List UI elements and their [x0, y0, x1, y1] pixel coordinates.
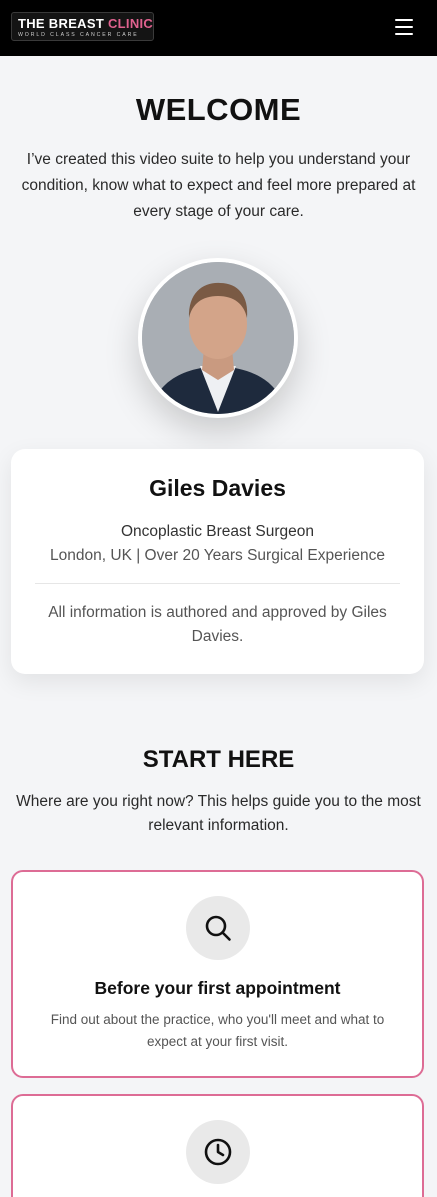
clock-icon: [204, 1138, 232, 1166]
start-here-title: START HERE: [142, 746, 295, 773]
search-icon: [205, 915, 231, 941]
top-navigation-bar: THE BREAST CLINIC WORLD CLASS CANCER CAR…: [0, 0, 437, 56]
step-card-title: Before your first appointment: [94, 978, 341, 998]
breast-clinic-logo[interactable]: THE BREAST CLINIC WORLD CLASS CANCER CAR…: [11, 12, 154, 41]
logo-text-main: THE BREAST: [18, 16, 108, 31]
surgeon-portrait-icon: [142, 262, 294, 414]
search-icon-circle: [186, 896, 250, 960]
surgeon-role: Oncoplastic Breast Surgeon: [121, 523, 314, 540]
clock-icon-circle: [186, 1120, 250, 1184]
menu-bar-bottom: [395, 33, 413, 35]
menu-bar-top: [395, 19, 413, 21]
before-first-appointment-card[interactable]: Before your first appointment Find out a…: [11, 870, 424, 1078]
start-here-intro: Where are you right now? This helps guid…: [16, 793, 421, 834]
welcome-intro-text: I’ve created this video suite to help yo…: [21, 151, 416, 220]
welcome-title: WELCOME: [135, 92, 302, 127]
logo-tagline: WORLD CLASS CANCER CARE: [18, 32, 139, 38]
divider: [35, 583, 400, 584]
during-treatment-card[interactable]: [11, 1094, 424, 1197]
logo-text-accent: CLINIC: [107, 16, 154, 31]
step-card-description: Find out about the practice, who you'll …: [50, 1012, 385, 1049]
hamburger-menu-icon[interactable]: [391, 15, 417, 39]
authorship-note: All information is authored and approved…: [48, 604, 387, 645]
surgeon-name: Giles Davies: [149, 475, 286, 501]
logo-wordmark: THE BREAST CLINIC: [18, 16, 153, 31]
surgeon-profile-card: Giles Davies Oncoplastic Breast Surgeon …: [11, 449, 424, 674]
menu-bar-middle: [395, 26, 413, 28]
surgeon-location-experience: London, UK | Over 20 Years Surgical Expe…: [50, 547, 385, 564]
surgeon-photo: [138, 258, 298, 418]
